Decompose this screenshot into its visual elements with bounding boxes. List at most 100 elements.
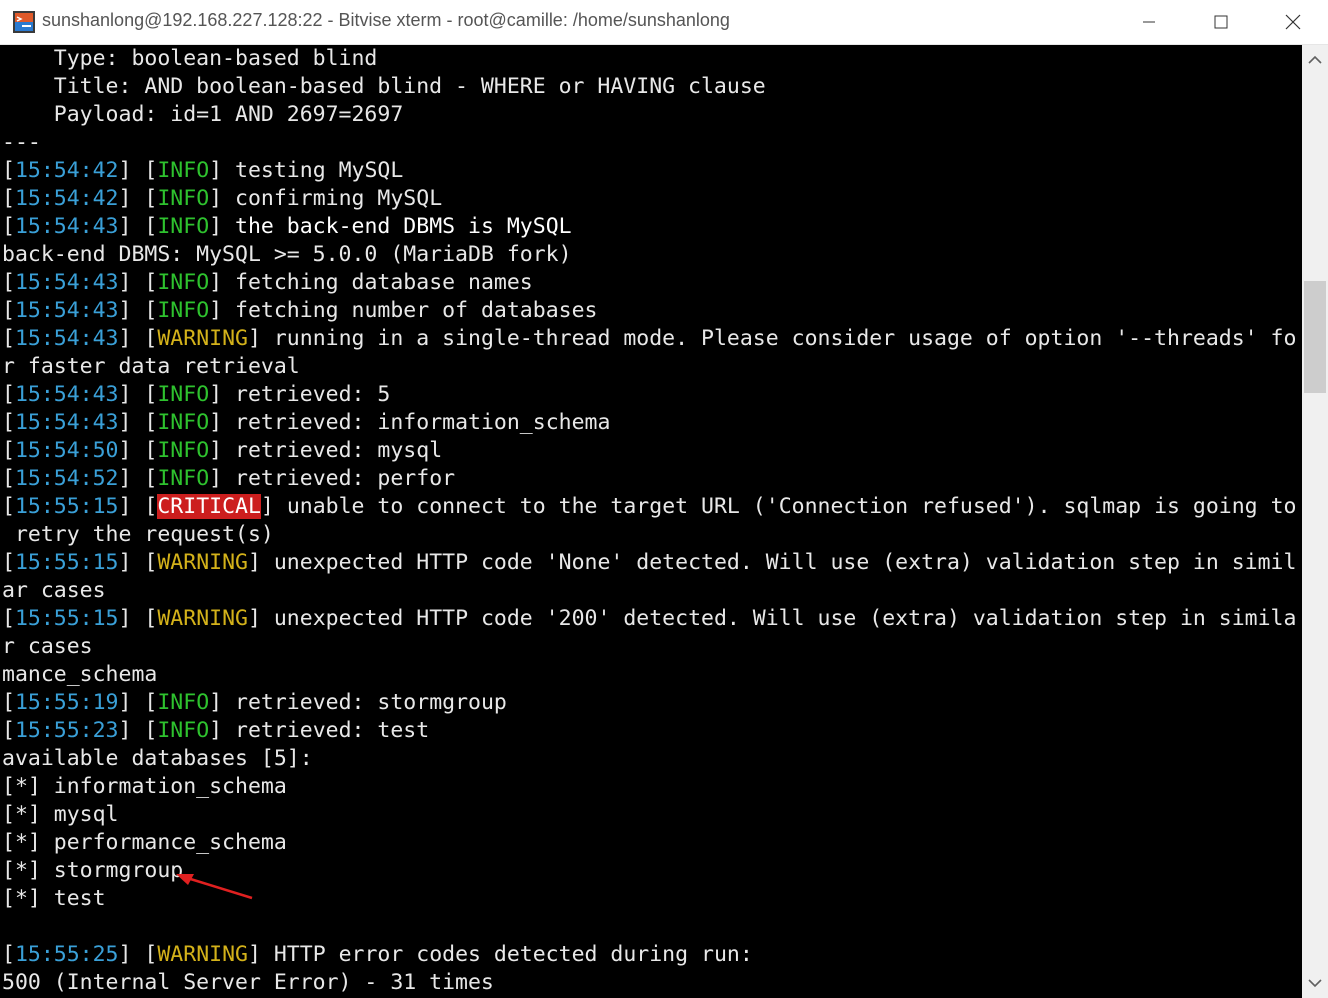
terminal-line: Type: boolean-based blind — [2, 45, 378, 73]
line-text: available databases [5]: — [2, 746, 313, 771]
terminal-line: [15:54:43] [INFO] fetching database name… — [2, 269, 533, 297]
log-message: fetching database names — [235, 270, 533, 295]
log-timestamp: 15:54:52 — [14, 466, 119, 491]
vertical-scrollbar[interactable] — [1302, 45, 1328, 998]
terminal-line: [15:54:43] [INFO] retrieved: information… — [2, 409, 610, 437]
bracket: [ — [2, 186, 15, 211]
terminal-line: [15:54:42] [INFO] confirming MySQL — [2, 185, 442, 213]
line-text: ar cases — [2, 578, 106, 603]
close-icon — [1285, 14, 1301, 30]
log-timestamp: 15:54:43 — [14, 298, 119, 323]
scrollbar-thumb[interactable] — [1304, 281, 1326, 393]
log-message: HTTP error codes detected during run: — [273, 942, 753, 967]
bracket: ] — [209, 438, 236, 463]
line-text: retry the request(s) — [2, 522, 274, 547]
log-level-info: INFO — [157, 718, 210, 743]
terminal-line: [15:55:25] [WARNING] HTTP error codes de… — [2, 941, 753, 969]
bracket: ] — [209, 466, 236, 491]
close-button[interactable] — [1257, 0, 1328, 44]
log-timestamp: 15:55:23 — [14, 718, 119, 743]
log-message: the back-end DBMS is MySQL — [235, 214, 572, 239]
bracket: ] [ — [118, 690, 158, 715]
minimize-icon — [1143, 21, 1155, 23]
bracket: ] — [247, 326, 274, 351]
bracket: ] [ — [118, 270, 158, 295]
line-text: [*] information_schema — [2, 774, 287, 799]
line-text: back-end DBMS: MySQL >= 5.0.0 (MariaDB f… — [2, 242, 572, 267]
bracket: ] — [260, 494, 287, 519]
log-timestamp: 15:54:43 — [14, 326, 119, 351]
terminal-line: [15:55:15] [WARNING] unexpected HTTP cod… — [2, 549, 1296, 577]
log-level-warning: WARNING — [157, 550, 248, 575]
title-bar[interactable]: sunshanlong@192.168.227.128:22 - Bitvise… — [0, 0, 1328, 45]
bracket: ] [ — [118, 214, 158, 239]
bracket: ] — [209, 158, 236, 183]
terminal-line: [*] stormgroup — [2, 857, 183, 885]
log-level-warning: WARNING — [157, 606, 248, 631]
bracket: ] — [209, 214, 236, 239]
log-level-info: INFO — [157, 466, 210, 491]
bracket: ] [ — [118, 718, 158, 743]
bitvise-app-icon — [13, 11, 35, 33]
log-timestamp: 15:54:50 — [14, 438, 119, 463]
terminal-line: [*] test — [2, 885, 106, 913]
log-level-info: INFO — [157, 158, 210, 183]
bracket: ] [ — [118, 158, 158, 183]
bracket: [ — [2, 326, 15, 351]
terminal-line: [15:54:50] [INFO] retrieved: mysql — [2, 437, 442, 465]
bracket: ] [ — [118, 942, 158, 967]
bracket: [ — [2, 606, 15, 631]
terminal-line: r cases — [2, 633, 93, 661]
log-message: running in a single-thread mode. Please … — [273, 326, 1297, 351]
line-text: [*] stormgroup — [2, 858, 184, 883]
log-message: retrieved: perfor — [235, 466, 456, 491]
terminal-line: [15:54:43] [WARNING] running in a single… — [2, 325, 1296, 353]
bracket: ] [ — [118, 298, 158, 323]
line-text: Type: boolean-based blind — [2, 46, 378, 71]
bracket: ] — [247, 942, 274, 967]
log-message: retrieved: mysql — [235, 438, 443, 463]
bracket: ] [ — [118, 326, 158, 351]
terminal-line: [15:54:52] [INFO] retrieved: perfor — [2, 465, 455, 493]
bracket: ] — [209, 382, 236, 407]
maximize-button[interactable] — [1185, 0, 1257, 44]
line-text: Payload: id=1 AND 2697=2697 — [2, 102, 404, 127]
terminal-line: r faster data retrieval — [2, 353, 300, 381]
log-level-info: INFO — [157, 410, 210, 435]
bracket: ] — [209, 298, 236, 323]
bracket: [ — [2, 298, 15, 323]
scroll-up-arrow-icon[interactable] — [1302, 45, 1328, 75]
log-message: unexpected HTTP code '200' detected. Wil… — [273, 606, 1297, 631]
terminal-line: [*] information_schema — [2, 773, 287, 801]
scroll-down-arrow-icon[interactable] — [1302, 968, 1328, 998]
minimize-button[interactable] — [1113, 0, 1185, 44]
log-timestamp: 15:54:42 — [14, 158, 119, 183]
bracket: ] — [209, 186, 236, 211]
terminal-line: [15:55:15] [CRITICAL] unable to connect … — [2, 493, 1296, 521]
bracket: [ — [2, 158, 15, 183]
bracket: [ — [2, 718, 15, 743]
terminal-line: [15:54:42] [INFO] testing MySQL — [2, 157, 403, 185]
log-level-info: INFO — [157, 270, 210, 295]
terminal-line: available databases [5]: — [2, 745, 313, 773]
window-title: sunshanlong@192.168.227.128:22 - Bitvise… — [42, 10, 730, 30]
bracket: [ — [2, 550, 15, 575]
bracket: ] [ — [118, 606, 158, 631]
bracket: ] [ — [118, 438, 158, 463]
terminal-output[interactable]: Type: boolean-based blind Title: AND boo… — [0, 45, 1302, 998]
line-text: [*] test — [2, 886, 106, 911]
line-text: mance_schema — [2, 662, 158, 687]
log-message: unexpected HTTP code 'None' detected. Wi… — [273, 550, 1297, 575]
terminal-line: mance_schema — [2, 661, 157, 689]
terminal-line: [*] performance_schema — [2, 829, 287, 857]
bracket: [ — [2, 410, 15, 435]
terminal-line: [15:54:43] [INFO] retrieved: 5 — [2, 381, 390, 409]
bracket: [ — [2, 466, 15, 491]
bracket: ] — [247, 606, 274, 631]
log-timestamp: 15:55:19 — [14, 690, 119, 715]
bracket: ] [ — [118, 550, 158, 575]
log-timestamp: 15:55:15 — [14, 606, 119, 631]
terminal-line: [15:55:19] [INFO] retrieved: stormgroup — [2, 689, 507, 717]
bracket: [ — [2, 214, 15, 239]
line-text: [*] mysql — [2, 802, 119, 827]
